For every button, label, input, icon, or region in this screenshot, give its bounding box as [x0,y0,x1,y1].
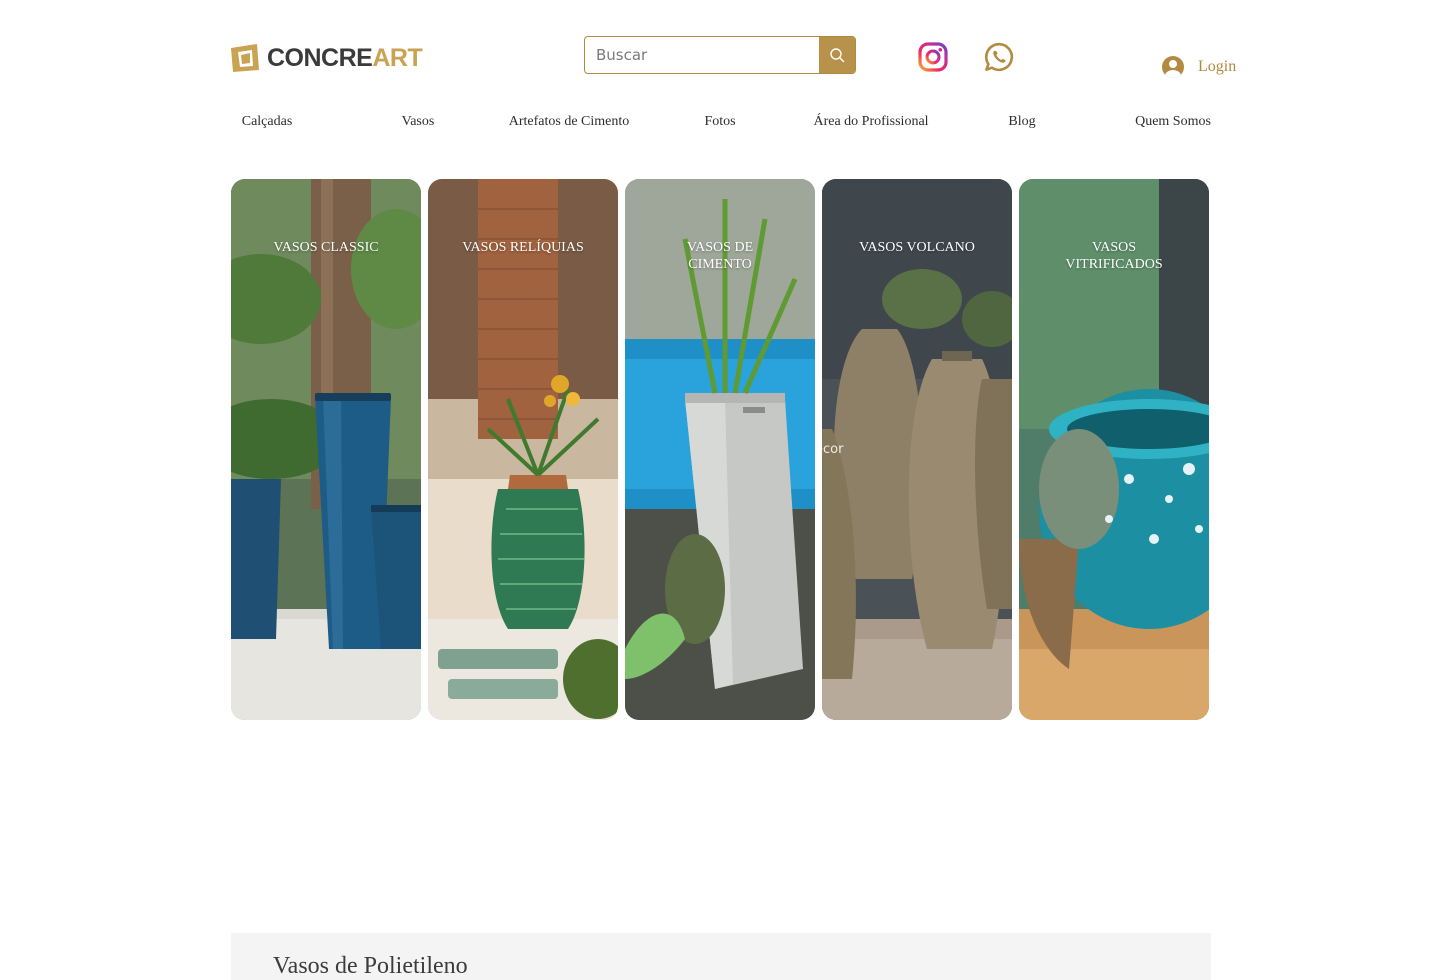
concreart-logo[interactable]: CONCREART [229,42,423,74]
whatsapp-icon [984,42,1014,72]
user-avatar-icon [1162,56,1184,78]
nav-item-fotos[interactable]: Fotos [704,114,735,130]
polietileno-section: Vasos de Polietileno [231,933,1211,980]
avatar-head-shape [1169,60,1177,68]
nav-item-artefatos-de-cimento[interactable]: Artefatos de Cimento [509,114,630,130]
nav-item-quem-somos[interactable]: Quem Somos [1135,114,1211,130]
avatar-body-shape [1165,70,1181,78]
nav-item-area-do-profissional[interactable]: Área do Profissional [813,114,928,130]
search-input[interactable] [585,37,819,73]
nav-item-blog[interactable]: Blog [1008,114,1035,130]
logo-text-accent: ART [372,44,423,72]
search-icon [830,48,845,63]
search-bar [584,36,856,74]
nav-item-calcadas[interactable]: Calçadas [242,114,293,130]
section-title: Vasos de Polietileno [273,953,468,979]
category-card-vasos-classic[interactable]: VASOS CLASSIC [231,179,421,720]
logo-mark-icon [229,42,261,74]
card-photo-vasos-reliquias [428,179,618,720]
instagram-icon [918,42,948,72]
search-button[interactable] [819,37,855,73]
card-title-vasos-classic: VASOS CLASSIC [273,240,379,255]
category-card-vasos-reliquias[interactable]: VASOS RELÍQUIAS [428,179,618,720]
image-watermark-text: ecor [815,442,844,457]
login-label: Login [1198,58,1237,75]
whatsapp-link[interactable] [983,41,1015,73]
card-title-vasos-volcano: VASOS VOLCANO [859,240,975,255]
logo-text-dark: CONCRE [267,44,373,72]
card-title-vasos-vitrificados: VASOS VITRIFICADOS [1065,240,1163,272]
instagram-link[interactable] [917,41,949,73]
nav-item-vasos[interactable]: Vasos [402,114,435,130]
logo-wordmark: CONCREART [267,42,423,74]
login-button[interactable]: Login [1162,54,1236,80]
category-card-vasos-volcano[interactable]: VASOS VOLCANO [822,179,1012,720]
category-card-vasos-vitrificados[interactable]: VASOS VITRIFICADOS [1019,179,1209,720]
category-cards: VASOS CLASSIC VASOS RELÍQUIAS VASOS DE C… [231,179,1209,720]
card-photo-vasos-volcano [822,179,1012,720]
main-nav: Calçadas Vasos Artefatos de Cimento Foto… [0,114,1440,134]
card-photo-vasos-classic [231,179,421,720]
card-title-vasos-reliquias: VASOS RELÍQUIAS [462,240,584,255]
category-card-vasos-de-cimento[interactable]: VASOS DE CIMENTO [625,179,815,720]
card-title-vasos-de-cimento: VASOS DE CIMENTO [686,240,754,272]
